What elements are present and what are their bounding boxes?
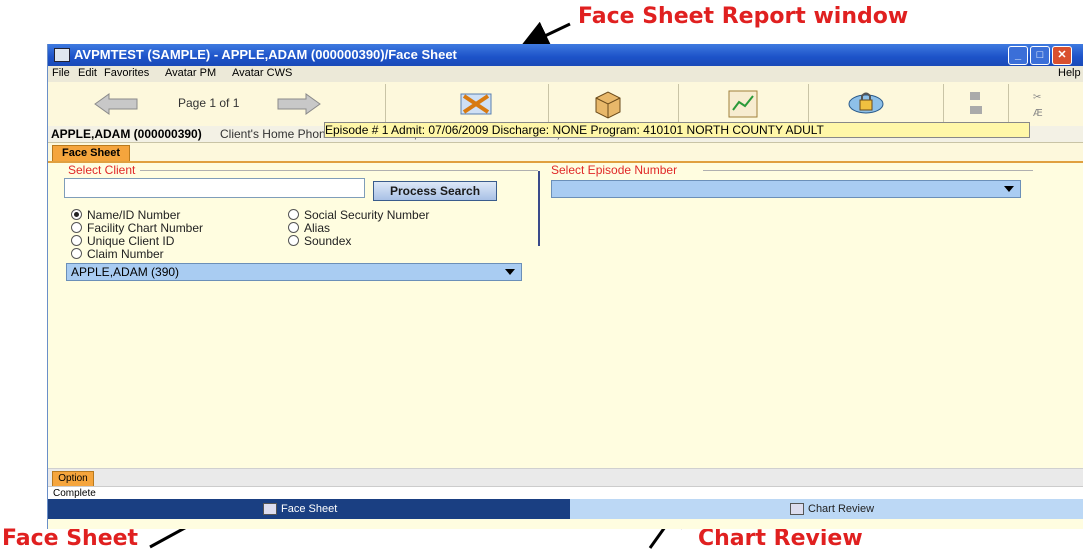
- radio-dot-icon: [288, 235, 299, 246]
- toolbar-separator: [678, 84, 679, 124]
- window-icon: [263, 503, 277, 515]
- radio-label: Alias: [304, 221, 331, 235]
- radio-dot-icon: [71, 235, 82, 246]
- title-bar[interactable]: AVPMTEST (SAMPLE) - APPLE,ADAM (00000039…: [48, 44, 1083, 66]
- chevron-down-icon: [505, 269, 515, 275]
- section-divider: [538, 171, 540, 246]
- toolbar-separator: [385, 84, 386, 124]
- radio-unique-client-id[interactable]: Unique Client ID: [71, 234, 174, 248]
- box-icon[interactable]: [590, 88, 626, 120]
- menu-avatar-cws[interactable]: Avatar CWS: [232, 67, 292, 79]
- process-search-button[interactable]: Process Search: [373, 181, 497, 201]
- episode-tooltip: Episode # 1 Admit: 07/06/2009 Discharge:…: [324, 122, 1030, 138]
- taskbar-item-face-sheet[interactable]: Face Sheet: [48, 499, 570, 519]
- task-bar: Face Sheet Chart Review: [48, 499, 1083, 519]
- select-client-title: Select Client: [68, 163, 136, 177]
- tab-option[interactable]: Option: [52, 471, 94, 487]
- radio-label: Unique Client ID: [87, 234, 175, 248]
- chart-icon[interactable]: [725, 88, 761, 120]
- chevron-down-icon: [1004, 186, 1014, 192]
- radio-dot-icon: [288, 209, 299, 220]
- window-title: AVPMTEST (SAMPLE) - APPLE,ADAM (00000039…: [74, 47, 457, 62]
- toolbar-separator: [1008, 84, 1009, 124]
- radio-dot-icon: [71, 222, 82, 233]
- toolbar-separator: [808, 84, 809, 124]
- radio-label: Facility Chart Number: [87, 221, 204, 235]
- menu-avatar-pm[interactable]: Avatar PM: [165, 67, 216, 79]
- radio-label: Social Security Number: [304, 208, 430, 222]
- tab-face-sheet[interactable]: Face Sheet: [52, 145, 131, 161]
- back-arrow-icon[interactable]: [93, 92, 139, 116]
- radio-dot-icon: [71, 209, 82, 220]
- taskbar-label: Chart Review: [808, 503, 875, 515]
- page-info: Page 1 of 1: [178, 96, 240, 110]
- radio-label: Name/ID Number: [87, 208, 181, 222]
- menu-file[interactable]: File: [52, 67, 70, 79]
- face-sheet-window: AVPMTEST (SAMPLE) - APPLE,ADAM (00000039…: [47, 44, 1083, 529]
- client-name: APPLE,ADAM (000000390): [51, 127, 202, 141]
- client-dropdown-value: APPLE,ADAM (390): [71, 265, 180, 279]
- client-search-input[interactable]: [64, 178, 365, 198]
- callout-face-sheet-report-window: Face Sheet Report window: [578, 4, 909, 29]
- toolbar: Page 1 of 1 ✂ Æ: [48, 82, 1083, 127]
- radio-name-id-number[interactable]: Name/ID Number: [71, 208, 180, 222]
- section-line: [140, 170, 538, 171]
- window-icon: [790, 503, 804, 515]
- toolbar-separator: [548, 84, 549, 124]
- callout-face-sheet: Face Sheet: [2, 526, 139, 551]
- tab-strip: Face Sheet: [48, 143, 1083, 163]
- lock-icon[interactable]: [848, 88, 884, 120]
- option-bar: Option: [48, 468, 1083, 487]
- main-content: Select Client Process Search Name/ID Num…: [48, 163, 1083, 463]
- tools-icon[interactable]: [966, 88, 986, 120]
- status-bar: Complete: [48, 486, 1083, 500]
- close-icon[interactable]: ✕: [1052, 46, 1072, 65]
- svg-text:✂: ✂: [1033, 92, 1041, 103]
- cancel-x-icon[interactable]: [458, 88, 494, 120]
- arrow-to-title: [519, 21, 571, 49]
- minimize-icon[interactable]: _: [1008, 46, 1028, 65]
- radio-alias[interactable]: Alias: [288, 221, 330, 235]
- episode-dropdown[interactable]: [551, 180, 1021, 198]
- taskbar-item-chart-review[interactable]: Chart Review: [570, 499, 1083, 519]
- forward-arrow-icon[interactable]: [276, 92, 322, 116]
- menu-bar: File Edit Favorites Avatar PM Avatar CWS…: [48, 66, 1083, 82]
- taskbar-label: Face Sheet: [281, 503, 338, 515]
- radio-claim-number[interactable]: Claim Number: [71, 247, 164, 261]
- spellcheck-icon[interactable]: ✂ Æ: [1031, 88, 1051, 120]
- menu-favorites[interactable]: Favorites: [104, 67, 149, 79]
- radio-dot-icon: [288, 222, 299, 233]
- toolbar-separator: [943, 84, 944, 124]
- app-icon: [54, 48, 70, 62]
- radio-social-security-number[interactable]: Social Security Number: [288, 208, 429, 222]
- client-dropdown[interactable]: APPLE,ADAM (390): [66, 263, 522, 281]
- radio-dot-icon: [71, 248, 82, 259]
- radio-facility-chart-number[interactable]: Facility Chart Number: [71, 221, 203, 235]
- radio-label: Soundex: [304, 234, 352, 248]
- section-line: [703, 170, 1033, 171]
- radio-soundex[interactable]: Soundex: [288, 234, 351, 248]
- maximize-icon[interactable]: □: [1030, 46, 1050, 65]
- menu-edit[interactable]: Edit: [78, 67, 97, 79]
- menu-help[interactable]: Help: [1058, 67, 1081, 79]
- callout-chart-review: Chart Review: [698, 526, 863, 551]
- radio-label: Claim Number: [87, 247, 164, 261]
- select-episode-title: Select Episode Number: [551, 163, 678, 177]
- svg-text:Æ: Æ: [1033, 108, 1043, 119]
